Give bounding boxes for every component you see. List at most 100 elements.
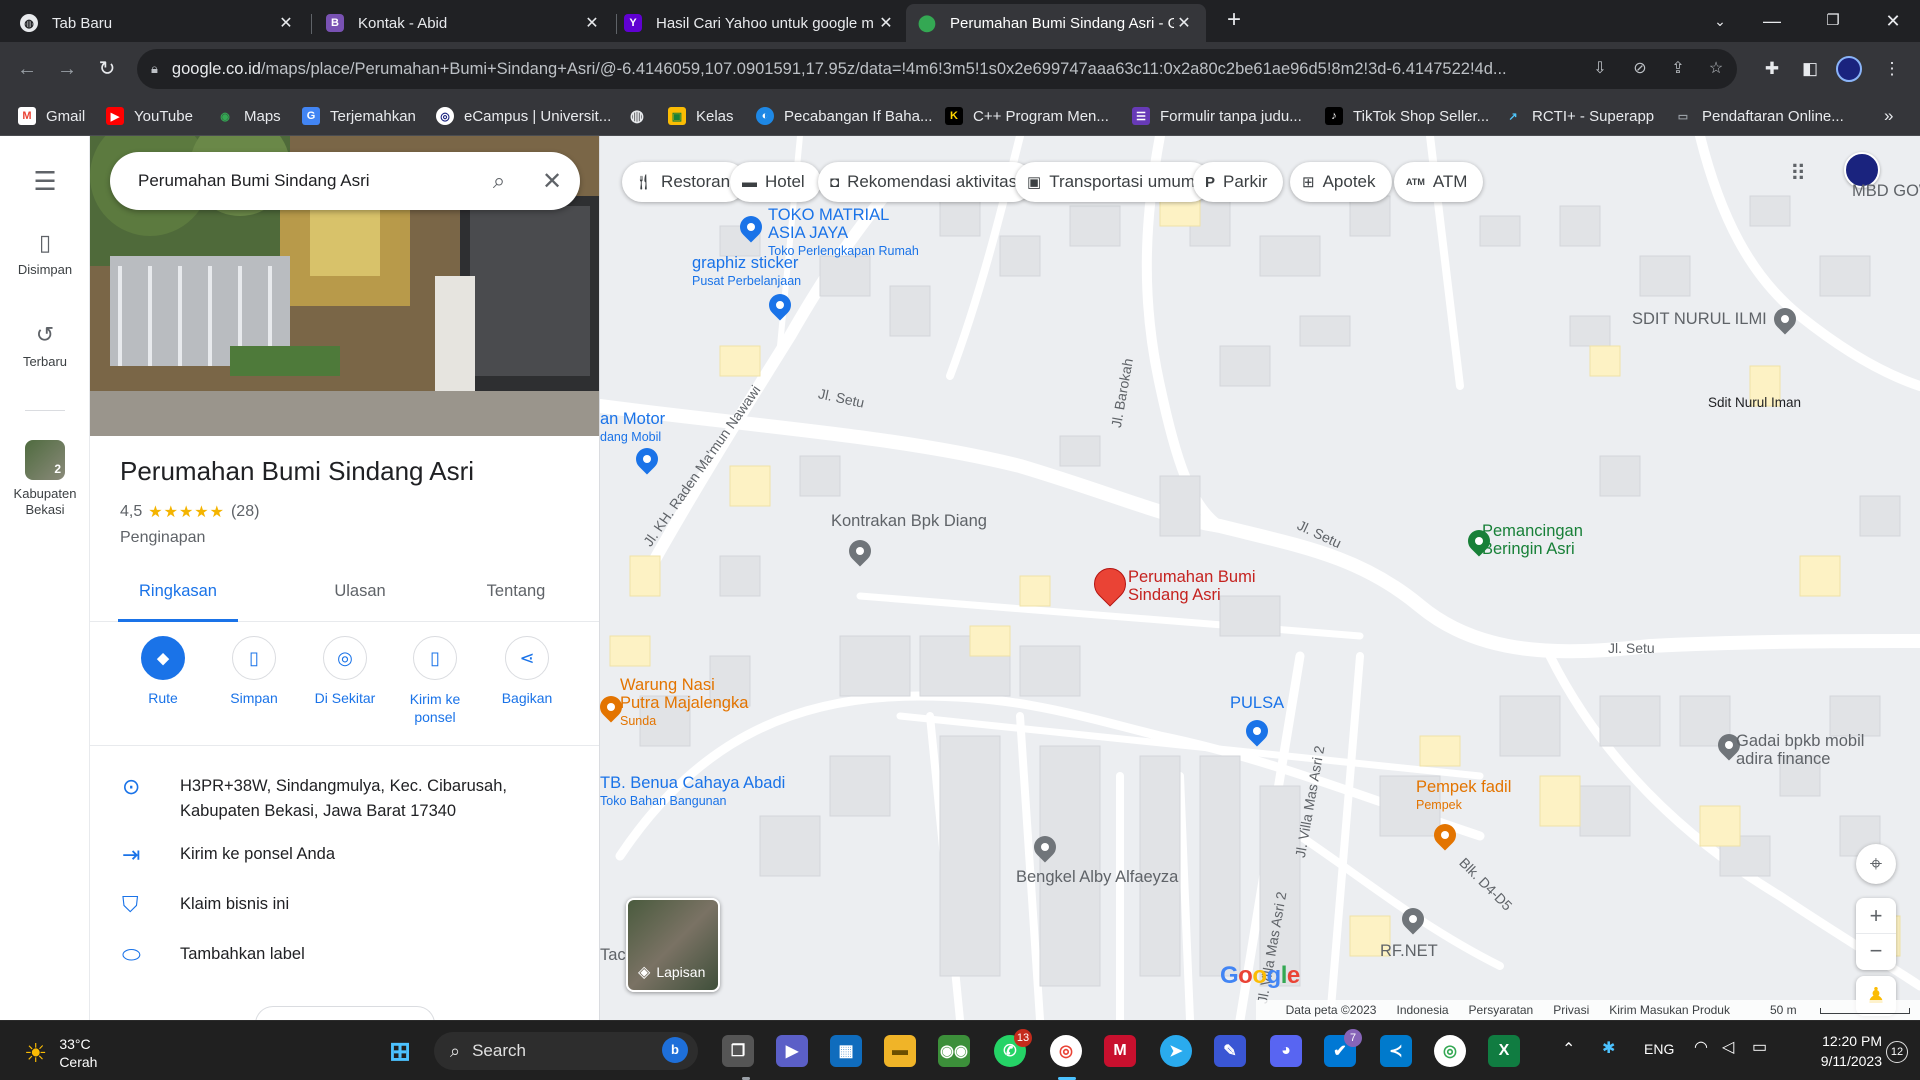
rail-recent-place[interactable]: 2 Kabupaten Bekasi [0, 440, 90, 518]
poi-gadai[interactable]: Gadai bpkb mobil adira finance [1736, 732, 1864, 768]
bookmark-pecabangan[interactable]: ◐ Pecabangan If Baha... [756, 104, 932, 128]
poi-warung[interactable]: Warung Nasi Putra Majalengka Sunda [620, 676, 748, 730]
close-window-button[interactable]: ✕ [1873, 6, 1913, 36]
volume-icon[interactable]: ◁ [1722, 1037, 1734, 1057]
back-button[interactable]: ← [13, 55, 41, 83]
chip-transportasi[interactable]: ▣ Transportasi umum [1015, 162, 1211, 202]
search-icon[interactable]: ⌕ [474, 168, 524, 194]
side-panel-icon[interactable]: ◧ [1798, 57, 1822, 81]
send-to-phone-row[interactable]: ⇥ Kirim ke ponsel Anda [90, 842, 599, 868]
poi-motor[interactable]: an Motor dang Mobil [600, 410, 665, 446]
more-bookmarks-icon[interactable]: » [1884, 104, 1893, 128]
bookmark-forms[interactable]: ☰ Formulir tanpa judu... [1132, 104, 1302, 128]
todo-icon[interactable]: ✔ 7 [1324, 1029, 1362, 1067]
rail-recent[interactable]: ↺ Terbaru [0, 322, 90, 369]
bookmark-cpp[interactable]: K C++ Program Men... [945, 104, 1109, 128]
tab-yahoo[interactable]: Y Hasil Cari Yahoo untuk google m ✕ [612, 4, 908, 42]
close-tab-icon[interactable]: ✕ [582, 13, 602, 33]
nearby-button[interactable]: ◎ Di Sekitar [300, 636, 390, 706]
rating-row[interactable]: 4,5 ★★★★★ (28) [120, 502, 259, 522]
bookmark-kelas[interactable]: ▣ Kelas [668, 104, 734, 128]
privacy-link[interactable]: Privasi [1553, 1003, 1589, 1017]
install-app-icon[interactable]: ⇩ [1589, 58, 1611, 80]
share-button[interactable]: ⋖ Bagikan [482, 636, 572, 706]
chip-rekomendasi[interactable]: ◘ Rekomendasi aktivitas [818, 162, 1034, 202]
clear-search-icon[interactable]: ✕ [524, 167, 580, 196]
claim-business-row[interactable]: ⛉ Klaim bisnis ini [90, 892, 599, 918]
share-icon[interactable]: ⇪ [1667, 58, 1689, 80]
poi-pulsa[interactable]: PULSA [1230, 694, 1284, 712]
partial-button[interactable] [255, 1006, 435, 1020]
whatsapp-icon[interactable]: ✆ 13 [994, 1029, 1032, 1067]
bookmark-globe[interactable]: ◍ [628, 104, 656, 128]
tab-kontak[interactable]: B Kontak - Abid ✕ [314, 4, 614, 42]
battery-icon[interactable]: ▭ [1752, 1037, 1767, 1057]
rail-saved[interactable]: ▯ Disimpan [0, 230, 90, 277]
map-canvas[interactable]: 🍴︎ Restoran ▬ Hotel ◘ Rekomendasi aktivitas… [600, 136, 1920, 1020]
terms-link[interactable]: Persyaratan [1469, 1003, 1534, 1017]
search-input[interactable]: Perumahan Bumi Sindang Asri [138, 171, 474, 191]
poi-rfnet[interactable]: RF.NET [1380, 942, 1438, 960]
zoom-in-button[interactable]: + [1856, 898, 1896, 934]
poi-tac[interactable]: Tac [600, 946, 626, 964]
chip-apotek[interactable]: ⊞ Apotek [1290, 162, 1392, 202]
telegram-icon[interactable]: ➤ [1160, 1035, 1192, 1067]
bookmark-translate[interactable]: G Terjemahkan [302, 104, 416, 128]
tab-ulasan[interactable]: Ulasan [300, 566, 420, 622]
region-link[interactable]: Indonesia [1396, 1003, 1448, 1017]
poi-benua[interactable]: TB. Benua Cahaya Abadi Toko Bahan Bangun… [600, 774, 785, 810]
search-box[interactable]: Perumahan Bumi Sindang Asri ⌕ ✕ [110, 152, 580, 210]
chrome-profile-icon[interactable]: ◎ [1434, 1035, 1466, 1067]
feedback-link[interactable]: Kirim Masukan Produk [1609, 1003, 1730, 1017]
language-indicator[interactable]: ENG [1644, 1041, 1674, 1057]
tab-google-maps[interactable]: ⬤ Perumahan Bumi Sindang Asri - G ✕ [906, 4, 1206, 42]
store-icon[interactable]: ▦ [830, 1035, 862, 1067]
poi-sdit-iman[interactable]: Sdit Nurul Iman [1708, 394, 1801, 412]
tab-tentang[interactable]: Tentang [456, 566, 576, 622]
close-tab-icon[interactable]: ✕ [876, 13, 896, 33]
bookmark-gmail[interactable]: M Gmail [18, 104, 85, 128]
review-count[interactable]: (28) [231, 503, 259, 521]
place-category[interactable]: Penginapan [120, 529, 205, 547]
poi-toko-material[interactable]: TOKO MATRIAL ASIA JAYA Toko Perlengkapan… [768, 206, 919, 260]
restore-button[interactable]: ❐ [1813, 6, 1853, 36]
menu-kebab-icon[interactable]: ⋮ [1880, 57, 1904, 81]
reload-button[interactable]: ↻ [93, 55, 121, 83]
bluetooth-icon[interactable]: ✱ [1602, 1038, 1615, 1058]
address-bar[interactable]: 🔒︎ google.co.id/maps/place/Perumahan+Bum… [137, 49, 1737, 89]
taskbar-search[interactable]: ⌕ Search b [434, 1032, 698, 1070]
bookmark-tiktok[interactable]: ♪ TikTok Shop Seller... [1325, 104, 1489, 128]
show-hidden-icons[interactable]: ⌃ [1562, 1039, 1575, 1059]
clock[interactable]: 12:20 PM 9/11/2023 [1792, 1031, 1882, 1071]
task-view-icon[interactable]: ❐ [722, 1035, 754, 1067]
chip-hotel[interactable]: ▬ Hotel [730, 162, 821, 202]
directions-button[interactable]: ⬥ Rute [118, 636, 208, 706]
profile-avatar[interactable] [1836, 56, 1862, 82]
bookmark-pendaftaran[interactable]: ▭ Pendaftaran Online... [1674, 104, 1844, 128]
close-tab-icon[interactable]: ✕ [276, 13, 296, 33]
my-location-button[interactable]: ⌖ [1856, 844, 1896, 884]
place-photo[interactable]: Perumahan Bumi Sindang Asri ⌕ ✕ [90, 136, 599, 436]
mcafee-icon[interactable]: M [1104, 1035, 1136, 1067]
google-apps-icon[interactable]: ⠿ [1790, 162, 1814, 186]
bookmark-maps[interactable]: ◉ Maps [216, 104, 281, 128]
tab-new-tab[interactable]: ◍ Tab Baru ✕ [8, 4, 308, 42]
url-text[interactable]: google.co.id/maps/place/Perumahan+Bumi+S… [172, 60, 1572, 79]
notification-center-badge[interactable]: 12 [1886, 1041, 1908, 1063]
poi-bengkel[interactable]: Bengkel Alby Alfaeyza [1016, 868, 1178, 886]
chip-parkir[interactable]: P Parkir [1193, 162, 1284, 202]
bookmark-rcti[interactable]: ↗ RCTI+ - Superapp [1504, 104, 1654, 128]
selected-place-label[interactable]: Perumahan Bumi Sindang Asri [1128, 568, 1268, 604]
chip-restoran[interactable]: 🍴︎ Restoran [622, 162, 747, 202]
teams-meet-icon[interactable]: ▶ [776, 1035, 808, 1067]
new-tab-button[interactable]: + [1221, 8, 1247, 34]
poi-sdit[interactable]: SDIT NURUL ILMI [1632, 310, 1767, 328]
hamburger-menu-icon[interactable]: ☰ [0, 166, 90, 197]
tab-ringkasan[interactable]: Ringkasan [118, 566, 238, 622]
tab-search-icon[interactable]: ⌄ [1700, 6, 1740, 36]
discord-icon[interactable]: ◕ [1270, 1035, 1302, 1067]
wifi-icon[interactable]: ◠ [1694, 1037, 1708, 1057]
hide-icon[interactable]: ⊘ [1629, 58, 1651, 80]
chip-atm[interactable]: ATM ATM [1394, 162, 1484, 202]
pen-app-icon[interactable]: ✎ [1214, 1035, 1246, 1067]
